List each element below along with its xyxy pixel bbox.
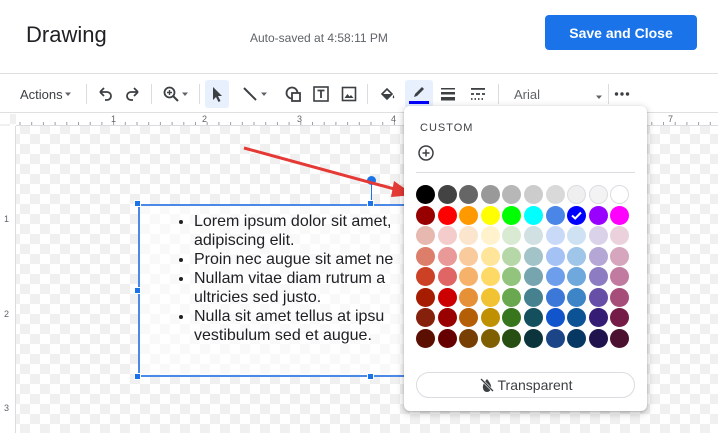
color-swatch[interactable] xyxy=(567,308,587,327)
color-swatch[interactable] xyxy=(459,287,479,307)
color-swatch[interactable] xyxy=(437,267,457,286)
color-swatch[interactable] xyxy=(524,246,543,266)
color-swatch[interactable] xyxy=(480,287,500,307)
color-swatch[interactable] xyxy=(502,287,522,307)
color-swatch[interactable] xyxy=(480,328,500,348)
color-swatch[interactable] xyxy=(610,267,630,286)
add-circle-icon xyxy=(418,145,434,161)
color-swatch[interactable] xyxy=(416,287,435,307)
color-swatch[interactable] xyxy=(416,267,435,286)
color-swatch[interactable] xyxy=(416,205,435,225)
color-swatch[interactable] xyxy=(545,308,565,327)
color-swatch[interactable] xyxy=(610,246,630,266)
color-swatch[interactable] xyxy=(588,246,608,266)
line-color-palette: CUSTOM Transparent xyxy=(404,106,647,411)
color-swatch[interactable] xyxy=(459,328,479,348)
color-swatch[interactable] xyxy=(480,205,500,225)
color-swatch[interactable] xyxy=(480,308,500,327)
color-swatch[interactable] xyxy=(437,185,457,204)
color-swatch[interactable] xyxy=(588,287,608,307)
color-swatch[interactable] xyxy=(545,205,565,225)
transparent-label: Transparent xyxy=(497,377,573,393)
color-swatch[interactable] xyxy=(416,328,435,348)
color-swatch[interactable] xyxy=(588,226,608,245)
color-swatch[interactable] xyxy=(588,205,608,225)
color-swatch[interactable] xyxy=(437,308,457,327)
color-swatch[interactable] xyxy=(437,287,457,307)
custom-label: CUSTOM xyxy=(420,122,474,134)
color-swatch[interactable] xyxy=(502,267,522,286)
color-swatch[interactable] xyxy=(480,185,500,204)
color-swatch[interactable] xyxy=(480,226,500,245)
color-swatch[interactable] xyxy=(502,226,522,245)
color-swatch[interactable] xyxy=(567,246,587,266)
color-swatch[interactable] xyxy=(437,205,457,225)
color-swatch[interactable] xyxy=(502,205,522,225)
color-swatch[interactable] xyxy=(610,226,630,245)
color-swatch[interactable] xyxy=(588,267,608,286)
color-swatch[interactable] xyxy=(459,185,479,204)
color-swatch[interactable] xyxy=(545,226,565,245)
color-swatch[interactable] xyxy=(416,226,435,245)
color-swatch[interactable] xyxy=(545,246,565,266)
color-swatch[interactable] xyxy=(545,267,565,286)
color-swatch[interactable] xyxy=(524,226,543,245)
color-swatch[interactable] xyxy=(480,267,500,286)
color-swatch[interactable] xyxy=(567,267,587,286)
color-swatch[interactable] xyxy=(524,185,543,204)
color-swatch[interactable] xyxy=(416,185,435,204)
color-swatch[interactable] xyxy=(524,287,543,307)
color-swatch[interactable] xyxy=(610,205,630,225)
color-swatch[interactable] xyxy=(567,328,587,348)
color-swatch[interactable] xyxy=(545,185,565,204)
color-swatch[interactable] xyxy=(610,287,630,307)
add-custom-color-button[interactable] xyxy=(417,144,435,162)
color-swatch[interactable] xyxy=(610,185,630,204)
color-swatch[interactable] xyxy=(480,246,500,266)
color-swatch[interactable] xyxy=(437,328,457,348)
transparent-button[interactable]: Transparent xyxy=(416,372,635,398)
color-swatch[interactable] xyxy=(588,308,608,327)
color-swatch[interactable] xyxy=(545,328,565,348)
color-swatch[interactable] xyxy=(416,246,435,266)
color-swatch[interactable] xyxy=(502,308,522,327)
color-swatch[interactable] xyxy=(524,267,543,286)
color-swatch[interactable] xyxy=(459,205,479,225)
check-icon xyxy=(571,211,582,220)
color-swatch[interactable] xyxy=(502,185,522,204)
color-swatch[interactable] xyxy=(567,185,587,204)
color-swatch[interactable] xyxy=(459,226,479,245)
color-swatch[interactable] xyxy=(437,226,457,245)
color-swatch[interactable] xyxy=(524,205,543,225)
color-swatch[interactable] xyxy=(567,205,587,225)
color-swatch[interactable] xyxy=(437,246,457,266)
color-swatch[interactable] xyxy=(459,308,479,327)
color-swatch[interactable] xyxy=(545,287,565,307)
palette-divider xyxy=(416,172,635,173)
color-swatch[interactable] xyxy=(502,328,522,348)
color-swatch[interactable] xyxy=(588,185,608,204)
color-swatch[interactable] xyxy=(610,328,630,348)
color-swatch[interactable] xyxy=(524,328,543,348)
color-swatch[interactable] xyxy=(459,246,479,266)
color-swatch[interactable] xyxy=(588,328,608,348)
color-swatch[interactable] xyxy=(567,226,587,245)
color-swatch[interactable] xyxy=(610,308,630,327)
color-swatch[interactable] xyxy=(459,267,479,286)
color-swatch[interactable] xyxy=(502,246,522,266)
color-swatch[interactable] xyxy=(567,287,587,307)
transparent-icon xyxy=(479,378,494,392)
color-swatch[interactable] xyxy=(524,308,543,327)
color-swatch[interactable] xyxy=(416,308,435,327)
